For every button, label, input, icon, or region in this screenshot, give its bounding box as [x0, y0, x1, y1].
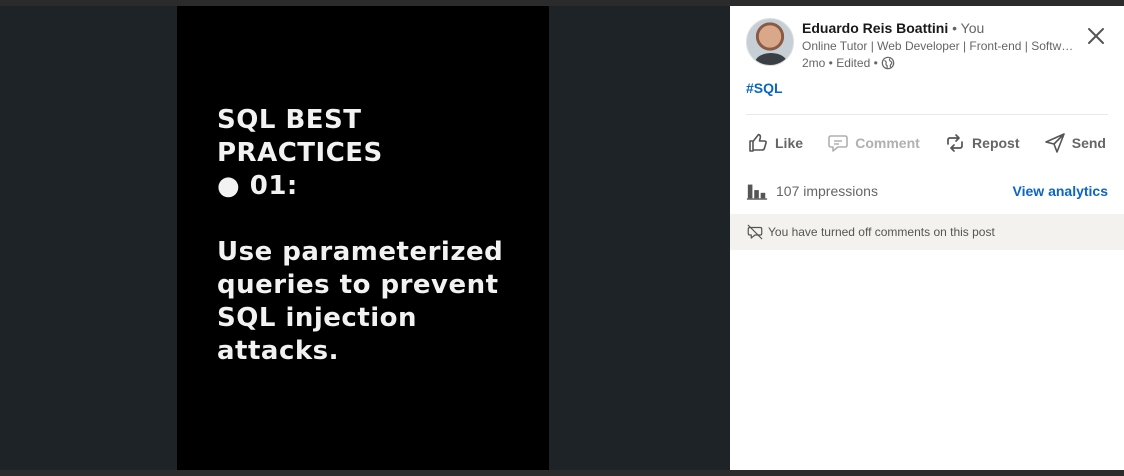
slide-spacer — [217, 203, 549, 236]
comment-button[interactable]: Comment — [818, 126, 928, 160]
repost-button[interactable]: Repost — [935, 126, 1027, 160]
document-slide[interactable]: SQL BEST PRACTICES ● 01: Use parameteriz… — [177, 6, 549, 470]
media-pane: SQL BEST PRACTICES ● 01: Use parameteriz… — [0, 6, 730, 470]
avatar[interactable] — [746, 18, 794, 66]
analytics-row: 107 impressions View analytics — [746, 180, 1108, 202]
impressions-count: 107 impressions — [776, 183, 878, 199]
comment-icon — [828, 135, 849, 152]
post-meta: 2mo • Edited • — [802, 54, 1082, 72]
repost-label: Repost — [972, 135, 1020, 151]
divider — [746, 114, 1108, 115]
slide-line: SQL BEST — [217, 105, 362, 135]
close-icon — [1088, 28, 1104, 44]
thumbs-up-icon — [749, 133, 767, 152]
like-label: Like — [775, 135, 804, 151]
comment-label: Comment — [855, 135, 920, 151]
slide-line: SQL injection — [217, 303, 418, 333]
like-button[interactable]: Like — [738, 126, 811, 160]
comment-off-icon — [747, 224, 763, 240]
view-analytics-link[interactable]: View analytics — [1013, 183, 1108, 199]
slide-line: ● 01: — [217, 171, 298, 201]
close-button[interactable] — [1082, 22, 1110, 50]
comments-off-text: You have turned off comments on this pos… — [768, 225, 995, 239]
slide-line: PRACTICES — [217, 138, 383, 168]
post-details-panel: Eduardo Reis Boattini • You Online Tutor… — [730, 6, 1124, 470]
hashtag-link[interactable]: #SQL — [746, 80, 783, 96]
post-meta-text: 2mo • Edited • — [802, 56, 878, 70]
slide-line: queries to prevent — [217, 270, 499, 300]
send-button[interactable]: Send — [1035, 126, 1114, 160]
comments-off-notice: You have turned off comments on this pos… — [730, 214, 1124, 250]
send-label: Send — [1071, 135, 1106, 151]
author-block: Eduardo Reis Boattini • You Online Tutor… — [746, 18, 1082, 72]
social-actions-bar: Like Comment Repost Send — [738, 126, 1114, 160]
author-name[interactable]: Eduardo Reis Boattini • You — [802, 18, 1082, 38]
impressions: 107 impressions — [746, 180, 878, 202]
author-text: Eduardo Reis Boattini • You Online Tutor… — [802, 18, 1082, 72]
author-name-text: Eduardo Reis Boattini — [802, 20, 949, 36]
author-headline: Online Tutor | Web Developer | Front-end… — [802, 39, 1078, 53]
slide-line: attacks. — [217, 336, 340, 366]
author-you-label: • You — [948, 20, 985, 36]
globe-icon — [881, 56, 895, 70]
send-icon — [1044, 133, 1065, 153]
slide-line: Use parameterized — [217, 237, 504, 267]
post-modal: SQL BEST PRACTICES ● 01: Use parameteriz… — [0, 6, 1124, 470]
bar-chart-icon — [746, 184, 768, 200]
repost-icon — [947, 134, 963, 152]
